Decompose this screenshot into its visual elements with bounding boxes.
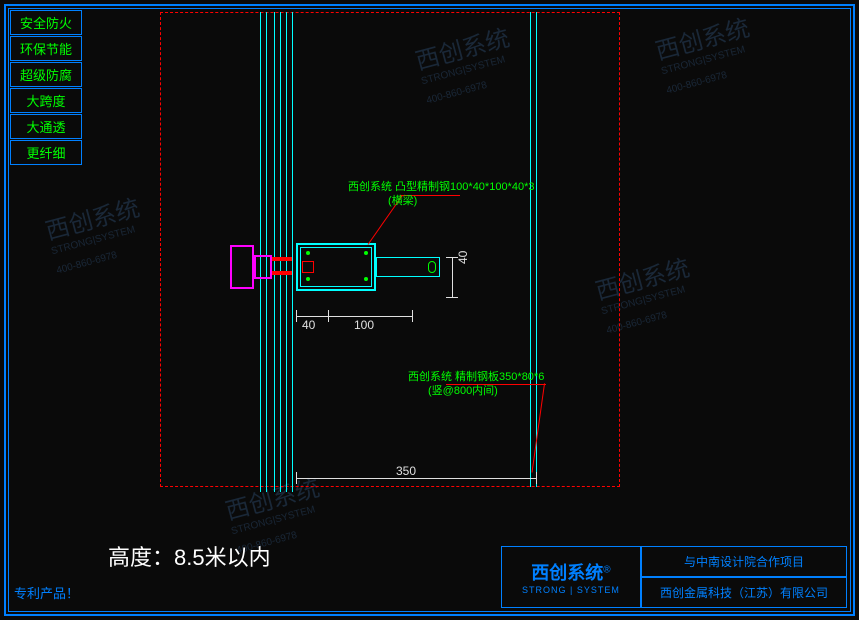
feature-tag-list: 安全防火 环保节能 超级防腐 大跨度 大通透 更纤细 — [10, 10, 82, 165]
dimension-40v: 40 — [456, 251, 470, 264]
project-name: 与中南设计院合作项目 — [641, 546, 847, 577]
part-label-upper: 西创系统 凸型精制钢100*40*100*40*3 (横梁) — [348, 180, 534, 208]
company-name: 西创金属科技（江苏）有限公司 — [641, 577, 847, 608]
mullion-line — [536, 12, 537, 487]
feature-tag: 环保节能 — [10, 36, 82, 61]
brand-name: 西创系统 — [531, 563, 603, 583]
height-note: 高度：8.5米以内 — [108, 540, 271, 572]
feature-tag: 超级防腐 — [10, 62, 82, 87]
cad-canvas: 40 40 100 350 西创系统 凸型精制钢100*40*100*40*3 … — [100, 12, 720, 512]
part-label-lower: 西创系统 精制钢板350*80*6 (竖@800内间) — [408, 370, 544, 398]
dim-line — [452, 257, 453, 297]
dimension-100: 100 — [354, 318, 374, 332]
dim-line — [296, 478, 536, 479]
dimension-350: 350 — [396, 464, 416, 478]
title-block: 西创系统® STRONG | SYSTEM 与中南设计院合作项目 西创金属科技（… — [501, 546, 847, 608]
brand-cell: 西创系统® STRONG | SYSTEM — [501, 546, 641, 608]
feature-tag: 安全防火 — [10, 10, 82, 35]
bracket-assembly — [230, 237, 410, 297]
feature-tag: 大跨度 — [10, 88, 82, 113]
dimension-40h: 40 — [302, 318, 315, 332]
brand-subtitle: STRONG | SYSTEM — [522, 585, 620, 595]
feature-tag: 大通透 — [10, 114, 82, 139]
feature-tag: 更纤细 — [10, 140, 82, 165]
dim-line — [296, 316, 412, 317]
mullion-line — [530, 12, 531, 487]
patent-label: 专利产品！ — [14, 583, 79, 602]
